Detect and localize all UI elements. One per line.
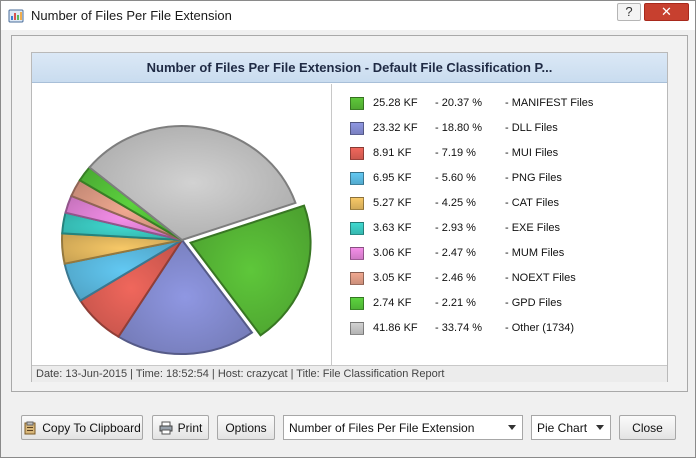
chevron-down-icon (596, 425, 604, 430)
chevron-down-icon (508, 425, 516, 430)
legend-percent: - 2.21 % (435, 297, 476, 309)
legend-item: 3.06 KF - 2.47 % - MUM Files (350, 244, 564, 262)
legend-label: - NOEXT Files (505, 272, 576, 284)
legend-item: 8.91 KF - 7.19 % - MUI Files (350, 144, 558, 162)
legend-size: 41.86 KF (373, 322, 418, 334)
chart-legend: 25.28 KF - 20.37 % - MANIFEST Files 23.32 K… (332, 84, 667, 366)
print-label: Print (177, 420, 203, 435)
legend-label: - DLL Files (505, 122, 558, 134)
legend-label: - GPD Files (505, 297, 562, 309)
report-footer: Date: 13-Jun-2015 | Time: 18:52:54 | Hos… (32, 365, 667, 382)
legend-swatch (350, 221, 364, 235)
legend-item: 6.95 KF - 5.60 % - PNG Files (350, 169, 562, 187)
report-type-select[interactable]: Number of Files Per File Extension (283, 415, 523, 440)
legend-label: - MUM Files (505, 247, 565, 259)
legend-item: 5.27 KF - 4.25 % - CAT Files (350, 194, 559, 212)
legend-size: 6.95 KF (373, 172, 412, 184)
copy-to-clipboard-label: Copy To Clipboard (42, 420, 141, 435)
legend-size: 8.91 KF (373, 147, 412, 159)
legend-percent: - 2.47 % (435, 247, 476, 259)
legend-swatch (350, 296, 364, 310)
legend-size: 3.05 KF (373, 272, 412, 284)
pie-chart (61, 125, 312, 355)
legend-item: 3.63 KF - 2.93 % - EXE Files (350, 219, 560, 237)
legend-percent: - 18.80 % (435, 122, 483, 134)
legend-size: 3.63 KF (373, 222, 412, 234)
legend-size: 5.27 KF (373, 197, 412, 209)
legend-size: 3.06 KF (373, 247, 412, 259)
legend-percent: - 4.25 % (435, 197, 476, 209)
legend-swatch (350, 96, 364, 110)
report-window: Number of Files Per File Extension ? ✕ N… (0, 0, 696, 458)
report-panel: Number of Files Per File Extension - Def… (31, 52, 668, 382)
title-bar[interactable]: Number of Files Per File Extension ? ✕ (1, 1, 695, 30)
legend-item: 25.28 KF - 20.37 % - MANIFEST Files (350, 94, 593, 112)
legend-percent: - 7.19 % (435, 147, 476, 159)
legend-label: - PNG Files (505, 172, 562, 184)
close-button[interactable]: Close (619, 415, 676, 440)
legend-item: 23.32 KF - 18.80 % - DLL Files (350, 119, 558, 137)
help-button[interactable]: ? (617, 3, 641, 21)
legend-swatch (350, 171, 364, 185)
legend-size: 23.32 KF (373, 122, 418, 134)
window-close-button[interactable]: ✕ (644, 3, 689, 21)
legend-swatch (350, 196, 364, 210)
legend-swatch (350, 271, 364, 285)
legend-label: - EXE Files (505, 222, 561, 234)
legend-percent: - 20.37 % (435, 97, 483, 109)
legend-percent: - 33.74 % (435, 322, 483, 334)
pie-chart-area (32, 84, 332, 366)
report-type-value: Number of Files Per File Extension (289, 420, 475, 435)
legend-label: - Other (1734) (505, 322, 575, 334)
report-header: Number of Files Per File Extension - Def… (32, 53, 667, 83)
print-button[interactable]: Print (152, 415, 209, 440)
legend-swatch (350, 321, 364, 335)
legend-percent: - 2.93 % (435, 222, 476, 234)
legend-size: 25.28 KF (373, 97, 418, 109)
window-title: Number of Files Per File Extension (31, 8, 232, 23)
legend-size: 2.74 KF (373, 297, 412, 309)
legend-label: - MUI Files (505, 147, 559, 159)
legend-label: - MANIFEST Files (505, 97, 594, 109)
chart-type-value: Pie Chart (537, 420, 588, 435)
printer-icon (159, 421, 173, 434)
legend-item: 41.86 KF - 33.74 % - Other (1734) (350, 319, 574, 337)
report-frame: Number of Files Per File Extension - Def… (11, 35, 688, 392)
clipboard-icon (24, 421, 36, 434)
copy-to-clipboard-button[interactable]: Copy To Clipboard (21, 415, 143, 440)
options-button[interactable]: Options (217, 415, 275, 440)
legend-item: 2.74 KF - 2.21 % - GPD Files (350, 294, 562, 312)
legend-label: - CAT Files (505, 197, 559, 209)
legend-swatch (350, 246, 364, 260)
legend-percent: - 2.46 % (435, 272, 476, 284)
legend-swatch (350, 121, 364, 135)
legend-swatch (350, 146, 364, 160)
legend-item: 3.05 KF - 2.46 % - NOEXT Files (350, 269, 576, 287)
chart-type-select[interactable]: Pie Chart (531, 415, 611, 440)
legend-percent: - 5.60 % (435, 172, 476, 184)
app-icon (8, 9, 24, 23)
